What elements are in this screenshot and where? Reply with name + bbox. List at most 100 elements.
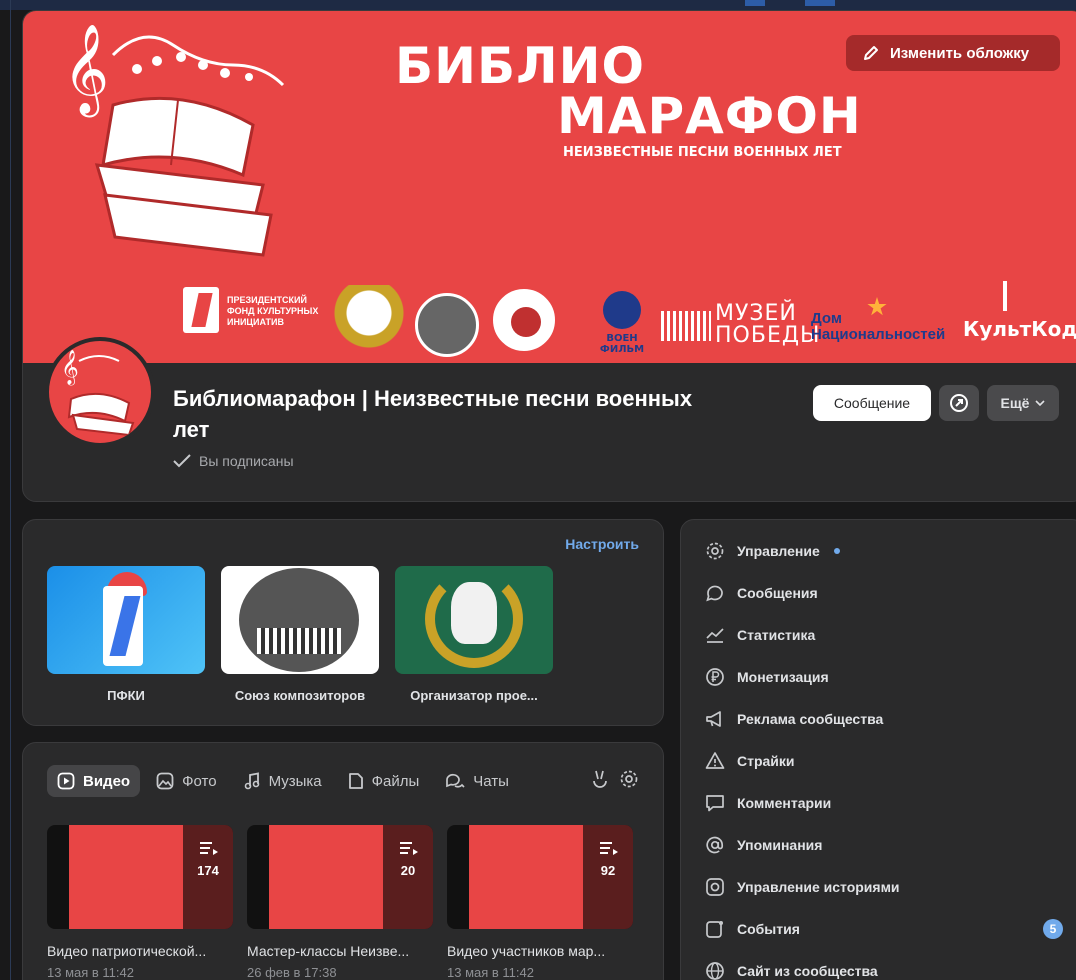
group-name: Библиомарафон | Неизвестные песни военны…: [173, 386, 693, 442]
link-thumb: [47, 566, 205, 674]
menu-label: Реклама сообщества: [737, 711, 884, 727]
tab-video[interactable]: Видео: [47, 765, 141, 797]
photo-icon: [156, 772, 174, 790]
stories-icon: [706, 878, 724, 896]
comment-icon: [706, 795, 724, 812]
avatar[interactable]: 𝄞: [45, 337, 155, 447]
tab-photo[interactable]: Фото: [146, 765, 226, 797]
video-date: 13 мая в 11:42: [447, 965, 534, 980]
menu-item-monetization[interactable]: Монетизация: [705, 665, 1065, 689]
link-item-composers[interactable]: Союз композиторов: [221, 566, 379, 703]
chart-icon: [706, 628, 724, 643]
gear-icon: [620, 770, 638, 788]
at-icon: [706, 836, 724, 854]
avatar-book-icon: 𝄞: [61, 350, 135, 437]
link-thumb: [221, 566, 379, 674]
video-count: 174: [197, 863, 219, 878]
tab-label: Фото: [182, 772, 217, 790]
tab-label: Музыка: [268, 772, 322, 790]
video-date: 26 фев в 17:38: [247, 965, 337, 980]
ruble-icon: [706, 668, 724, 686]
link-thumb: [395, 566, 553, 674]
menu-label: Статистика: [737, 627, 816, 643]
cover-image: 𝄞 БИБЛИО МАРАФОН НЕИЗВЕСТНЫЕ ПЕСНИ ВОЕНН…: [23, 11, 1076, 363]
more-label: Ещё: [1000, 395, 1030, 411]
menu-item-events[interactable]: События 5: [705, 917, 1065, 941]
menu-item-site[interactable]: Сайт из сообщества: [705, 959, 1065, 980]
menu-label: Управление: [737, 543, 820, 559]
message-button[interactable]: Сообщение: [813, 385, 931, 421]
link-label: Организатор прое...: [410, 688, 538, 703]
menu-label: Страйки: [737, 753, 795, 769]
more-button[interactable]: Ещё: [987, 385, 1059, 421]
video-thumb: 92: [447, 825, 633, 929]
checkmark-icon: [173, 454, 191, 468]
link-item-organizer[interactable]: Организатор прое...: [395, 566, 553, 703]
menu-label: События: [737, 921, 800, 937]
menu-item-messages[interactable]: Сообщения: [705, 581, 1065, 605]
left-edge-line: [10, 0, 11, 980]
tab-music[interactable]: Музыка: [233, 765, 332, 797]
tab-chats[interactable]: Чаты: [435, 765, 519, 797]
kultkod-logo: КультКод: [963, 281, 1076, 347]
voenfilm-logo: ВОЕН ФИЛЬМ: [599, 291, 645, 357]
menu-item-statistics[interactable]: Статистика: [705, 623, 1065, 647]
video-count: 92: [600, 863, 616, 878]
link-label: ПФКИ: [107, 688, 145, 703]
video-album[interactable]: 174 Видео патриотической... 13 мая в 11:…: [47, 825, 233, 980]
file-icon: [348, 773, 363, 789]
community-header: 𝄞 БИБЛИО МАРАФОН НЕИЗВЕСТНЫЕ ПЕСНИ ВОЕНН…: [22, 10, 1076, 502]
link-item-pfki[interactable]: ПФКИ: [47, 566, 205, 703]
video-album[interactable]: 20 Мастер-классы Неизве... 26 фев в 17:3…: [247, 825, 433, 980]
video-album[interactable]: 92 Видео участников мар... 13 мая в 11:4…: [447, 825, 633, 980]
cover-subtitle: НЕИЗВЕСТНЫЕ ПЕСНИ ВОЕННЫХ ЛЕТ: [563, 145, 842, 160]
university-logo: [491, 287, 557, 353]
video-thumb: 20: [247, 825, 433, 929]
menu-label: Сообщения: [737, 585, 818, 601]
video-icon: [57, 772, 75, 790]
subscribed-label: Вы подписаны: [199, 453, 294, 469]
video-title: Видео патриотической...: [47, 943, 207, 959]
video-title: Мастер-классы Неизве...: [247, 943, 410, 959]
menu-label: Управление историями: [737, 879, 900, 895]
subscribed-status[interactable]: Вы подписаны: [173, 453, 294, 469]
music-icon: [244, 772, 259, 790]
video-thumb: 174: [47, 825, 233, 929]
menu-item-ads[interactable]: Реклама сообщества: [705, 707, 1065, 731]
menu-item-comments[interactable]: Комментарии: [705, 791, 1065, 815]
house-of-nationalities-text: Дом Национальностей: [811, 310, 946, 343]
share-button[interactable]: [939, 385, 979, 421]
chats-icon: [446, 773, 465, 788]
menu-item-strikes[interactable]: Страйки: [705, 749, 1065, 773]
victory-museum-logo: МУЗЕЙ ПОБЕДЫ: [661, 303, 819, 349]
cover-title-line2: МАРАФОН: [557, 87, 862, 145]
composers-union-logo: [415, 293, 479, 357]
media-tabs: Видео Фото Музыка Файлы Чаты: [47, 765, 525, 797]
edit-cover-button[interactable]: Изменить обложку: [846, 35, 1060, 71]
tabs-settings-button[interactable]: [619, 769, 639, 794]
playlist-icon: [400, 842, 418, 855]
admin-menu: Управление Сообщения Статистика Монетиза…: [680, 519, 1076, 980]
media-block: Видео Фото Музыка Файлы Чаты 174 Видео п: [22, 742, 664, 980]
tab-label: Видео: [83, 772, 131, 790]
video-count: 20: [400, 863, 416, 878]
menu-item-management[interactable]: Управление: [705, 539, 1065, 563]
tab-label: Чаты: [473, 772, 509, 790]
voenfilm-text: ВОЕН ФИЛЬМ: [599, 333, 645, 355]
tab-files[interactable]: Файлы: [338, 765, 430, 797]
events-count-badge: 5: [1043, 919, 1063, 939]
menu-item-mentions[interactable]: Упоминания: [705, 833, 1065, 857]
video-date: 13 мая в 11:42: [47, 965, 134, 980]
edit-cover-label: Изменить обложку: [890, 44, 1030, 62]
notification-dot: [833, 548, 840, 554]
svg-text:𝄞: 𝄞: [63, 24, 109, 118]
menu-item-stories[interactable]: Управление историями: [705, 875, 1065, 899]
clips-icon: [593, 770, 607, 788]
configure-link[interactable]: Настроить: [565, 536, 639, 552]
menu-label: Сайт из сообщества: [737, 963, 878, 979]
svg-text:𝄞: 𝄞: [61, 350, 79, 386]
pfki-logo-text: ПРЕЗИДЕНТСКИЙ ФОНД КУЛЬТУРНЫХ ИНИЦИАТИВ: [227, 295, 319, 327]
clips-tab[interactable]: [591, 769, 609, 794]
warning-icon: [705, 752, 725, 769]
victory-museum-text: МУЗЕЙ ПОБЕДЫ: [715, 301, 821, 348]
